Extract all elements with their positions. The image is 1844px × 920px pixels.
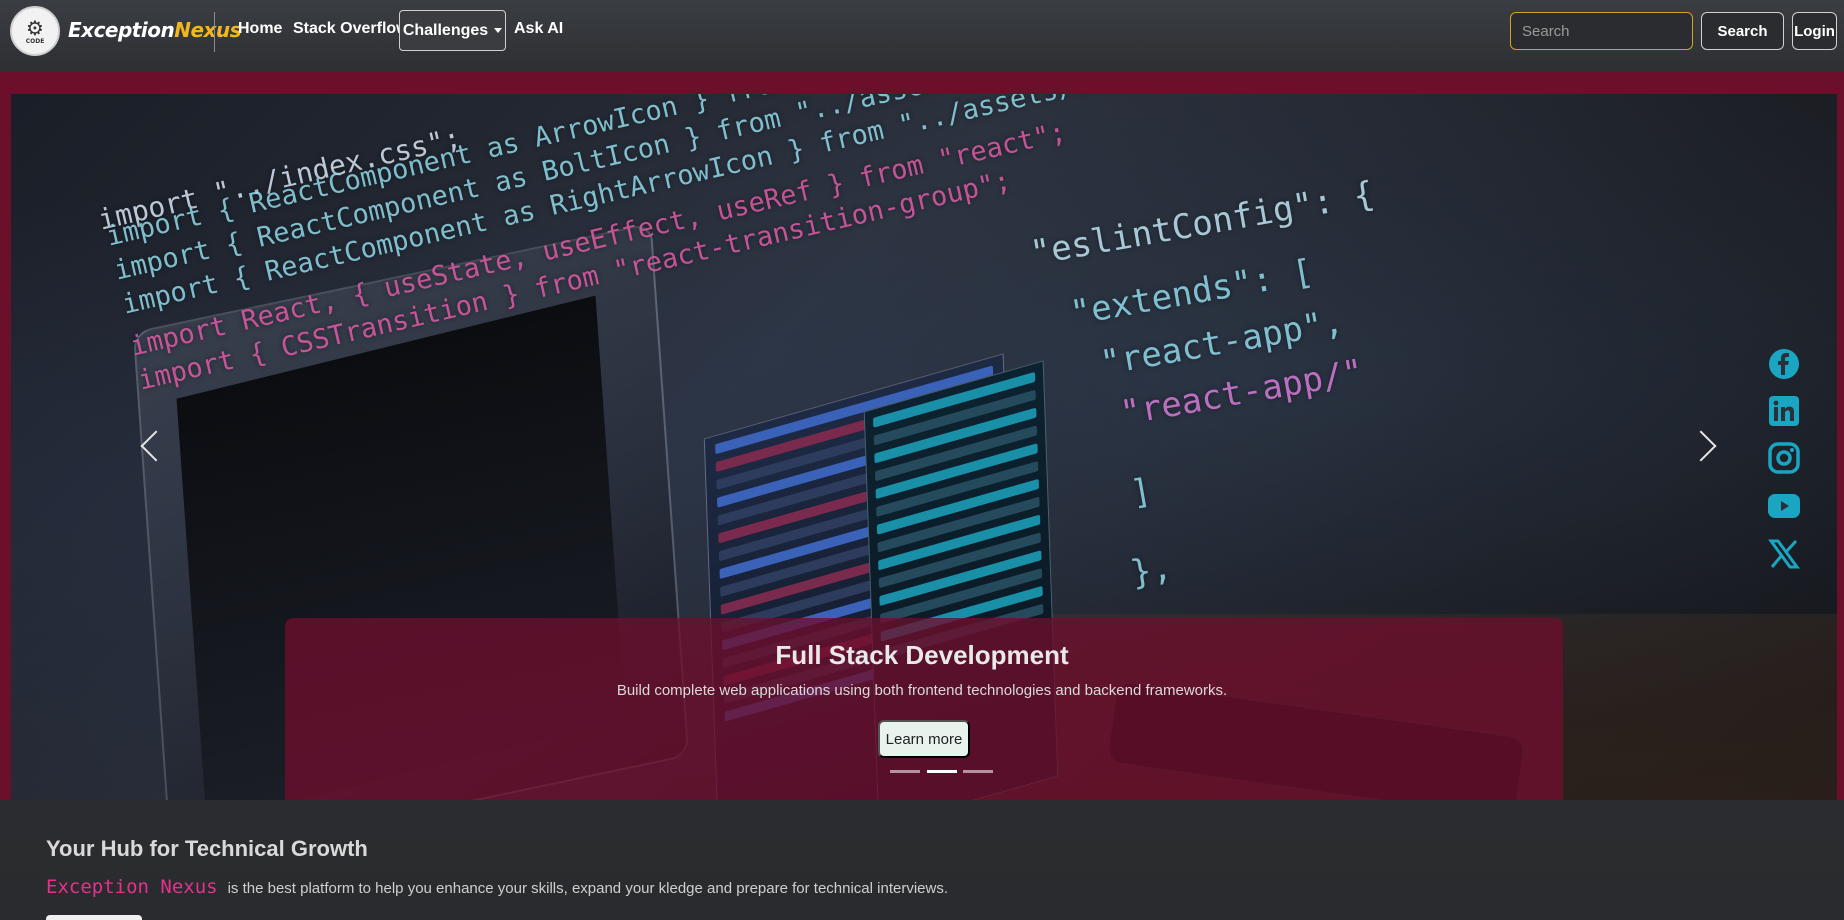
hub-action-button[interactable] — [46, 915, 142, 920]
brand-name[interactable]: ExceptionNexus — [68, 18, 242, 42]
nav-link-home[interactable]: Home — [238, 20, 282, 38]
brand-name-part1: Exception — [68, 18, 175, 42]
hub-description-text: is the best platform to help you enhance… — [227, 880, 948, 897]
search-input[interactable] — [1510, 12, 1693, 50]
carousel-indicator-1[interactable] — [890, 770, 920, 773]
carousel-indicator-3[interactable] — [963, 770, 993, 773]
youtube-icon[interactable] — [1766, 488, 1802, 524]
nav-link-ask-ai[interactable]: Ask AI — [514, 20, 563, 38]
hero-code-line: }, — [1127, 547, 1175, 594]
logo-text: CODE — [25, 37, 45, 45]
search-button[interactable]: Search — [1701, 12, 1784, 50]
hero-caption-title: Full Stack Development — [775, 640, 1069, 670]
caret-down-icon — [494, 28, 503, 33]
hub-brand-name: Exception Nexus — [46, 876, 218, 898]
login-button[interactable]: Login — [1792, 12, 1837, 50]
site-logo[interactable]: ⚙ CODE — [10, 6, 60, 56]
brand-name-part2: Nexus — [174, 18, 242, 42]
hub-description: Exception Nexus is the best platform to h… — [46, 876, 948, 898]
navbar: ⚙ CODE ExceptionNexus Home Stack Overflo… — [0, 0, 1844, 72]
facebook-icon[interactable] — [1766, 346, 1802, 382]
carousel-indicator-2[interactable] — [927, 770, 957, 773]
nav-link-stack-overflow[interactable]: Stack Overflow — [293, 20, 409, 38]
linkedin-icon[interactable] — [1766, 393, 1802, 429]
logo-gear-icon: ⚙ — [26, 15, 44, 40]
challenges-label: Challenges — [402, 21, 489, 39]
challenges-dropdown[interactable]: Challenges — [399, 10, 506, 51]
x-icon[interactable] — [1766, 536, 1802, 572]
hero-code-line: ] — [1127, 470, 1155, 514]
learn-more-button[interactable]: Learn more — [878, 720, 970, 758]
hub-title: Your Hub for Technical Growth — [46, 836, 368, 861]
instagram-icon[interactable] — [1766, 440, 1802, 476]
hero-code-line: "eslintConfig": { — [1027, 173, 1378, 274]
nav-divider — [214, 12, 215, 52]
hero-caption-text: Build complete web applications using bo… — [616, 682, 1228, 699]
